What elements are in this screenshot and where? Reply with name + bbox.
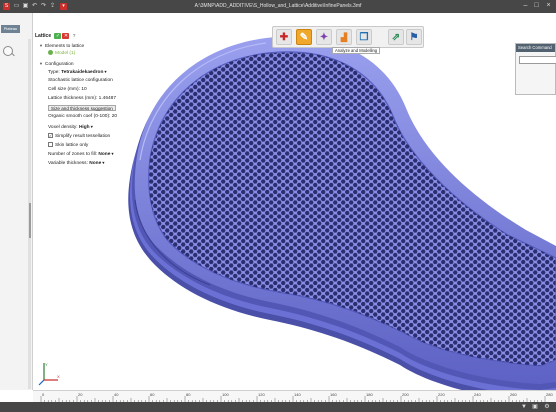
lattice-panel: Lattice ✓ ✕ ? ▼ Elements to lattice Model … <box>35 33 123 203</box>
star-icon[interactable]: ✦ <box>316 29 332 45</box>
ruler-label: 240 <box>474 392 481 397</box>
configuration-section[interactable]: ▼ Configuration <box>39 61 74 67</box>
type-row: Type: Tetrakaidekaedron <box>48 69 107 75</box>
element-name: Model (1) <box>55 50 76 56</box>
search-command-panel: Search Command <box>515 43 556 95</box>
analyze-modelling-toolbar: ✚ ✎ ✦ ▟ ❐ ⇗ ⚑ <box>272 26 424 48</box>
stochastic-option[interactable]: Stochastic lattice configuration <box>48 78 113 84</box>
skin-checkbox[interactable] <box>48 142 53 147</box>
thickness-input[interactable]: 1.46487 <box>99 96 116 101</box>
suggestion-row: Size and thickness suggestion <box>48 105 116 111</box>
element-item[interactable]: Model (1) <box>48 50 75 56</box>
zones-dropdown[interactable]: None <box>98 151 113 158</box>
ruler-label: 0 <box>42 392 45 397</box>
variable-row: Variable thickness: None <box>48 160 104 166</box>
axis-triad[interactable]: Y X <box>38 360 62 386</box>
window-title: A:\3MNP\ADD_ADDITIVE\S_Hollow_and_Lattic… <box>194 3 362 9</box>
smooth-input[interactable]: 20 <box>112 114 117 119</box>
cube-icon[interactable]: ❐ <box>356 29 372 45</box>
status-bar: ▼ ▣ ⚙ <box>0 402 556 412</box>
tab-plateau[interactable]: Plateau <box>1 25 20 33</box>
svg-text:X: X <box>57 374 60 379</box>
apply-check-icon[interactable]: ✓ <box>54 33 62 39</box>
splitter-handle[interactable] <box>29 203 31 238</box>
model-icon <box>48 50 53 55</box>
title-bar: S ▭ ▣ ↶ ↷ ⇪ ▾ A:\3MNP\ADD_ADDITIVE\S_Hol… <box>0 0 556 13</box>
help-icon[interactable]: ? <box>73 33 76 39</box>
minimize-icon[interactable]: – <box>521 2 530 10</box>
settings-icon[interactable]: ⚙ <box>543 403 551 411</box>
ruler-label: 280 <box>546 392 553 397</box>
cell-size-input[interactable]: 10 <box>81 87 86 92</box>
size-thickness-suggestion-button[interactable]: Size and thickness suggestion <box>48 105 116 111</box>
svg-text:Y: Y <box>45 362 48 367</box>
thickness-row: Lattice thickness (mm): 1.46487 <box>48 96 117 101</box>
smooth-row: Organic smooth coef (0-100): 20 <box>48 114 118 119</box>
zones-row: Number of zones to fill: None <box>48 151 114 157</box>
simplify-row[interactable]: ✓ Simplify result tessellation <box>48 133 110 139</box>
move-icon[interactable]: ✚ <box>276 29 292 45</box>
skin-row[interactable]: Skin lattice only <box>48 142 88 148</box>
export-model-icon[interactable]: ⇗ <box>388 29 404 45</box>
ruler-label: 100 <box>222 392 229 397</box>
toolbar-tooltip: Analyze and Modelling <box>332 47 381 54</box>
ruler-label: 40 <box>114 392 119 397</box>
ruler-label: 260 <box>510 392 517 397</box>
search-icon[interactable] <box>3 46 13 56</box>
ruler-label: 60 <box>150 392 155 397</box>
close-icon[interactable]: × <box>544 2 553 10</box>
ruler-label: 160 <box>330 392 337 397</box>
tool-icon[interactable]: ⚑ <box>406 29 422 45</box>
type-dropdown[interactable]: Tetrakaidekaedron <box>61 69 106 76</box>
voxel-density-dropdown[interactable]: High <box>79 124 93 131</box>
maximize-icon[interactable]: □ <box>532 2 541 10</box>
cell-size-row: Cell size (mm): 10 <box>48 87 87 92</box>
view-icon[interactable]: ▣ <box>531 403 539 411</box>
ruler-label: 220 <box>438 392 445 397</box>
elements-section[interactable]: ▼ Elements to lattice <box>39 43 84 49</box>
search-panel-title: Search Command <box>516 44 555 52</box>
panel-header: Lattice ✓ ✕ ? <box>35 33 75 39</box>
ruler-label: 80 <box>186 392 191 397</box>
simplify-checkbox[interactable]: ✓ <box>48 133 53 138</box>
ruler-label: 200 <box>402 392 409 397</box>
search-input[interactable] <box>519 56 556 64</box>
ruler-label: 20 <box>78 392 83 397</box>
filter-icon[interactable]: ▼ <box>520 403 528 411</box>
ruler-label: 140 <box>294 392 301 397</box>
variable-thickness-dropdown[interactable]: None <box>89 160 104 167</box>
bars-icon[interactable]: ▟ <box>336 29 352 45</box>
voxel-row: Voxel density: High <box>48 124 93 130</box>
wrench-icon[interactable]: ✎ <box>296 29 312 45</box>
cancel-x-icon[interactable]: ✕ <box>62 33 70 39</box>
panel-title: Lattice <box>35 33 52 39</box>
bottom-ruler: 0 20 40 60 80 100 120 140 160 180 200 220 240 260 280 <box>33 390 556 402</box>
ruler-label: 120 <box>258 392 265 397</box>
left-side-strip: Plateau <box>0 13 33 390</box>
ruler-label: 180 <box>366 392 373 397</box>
